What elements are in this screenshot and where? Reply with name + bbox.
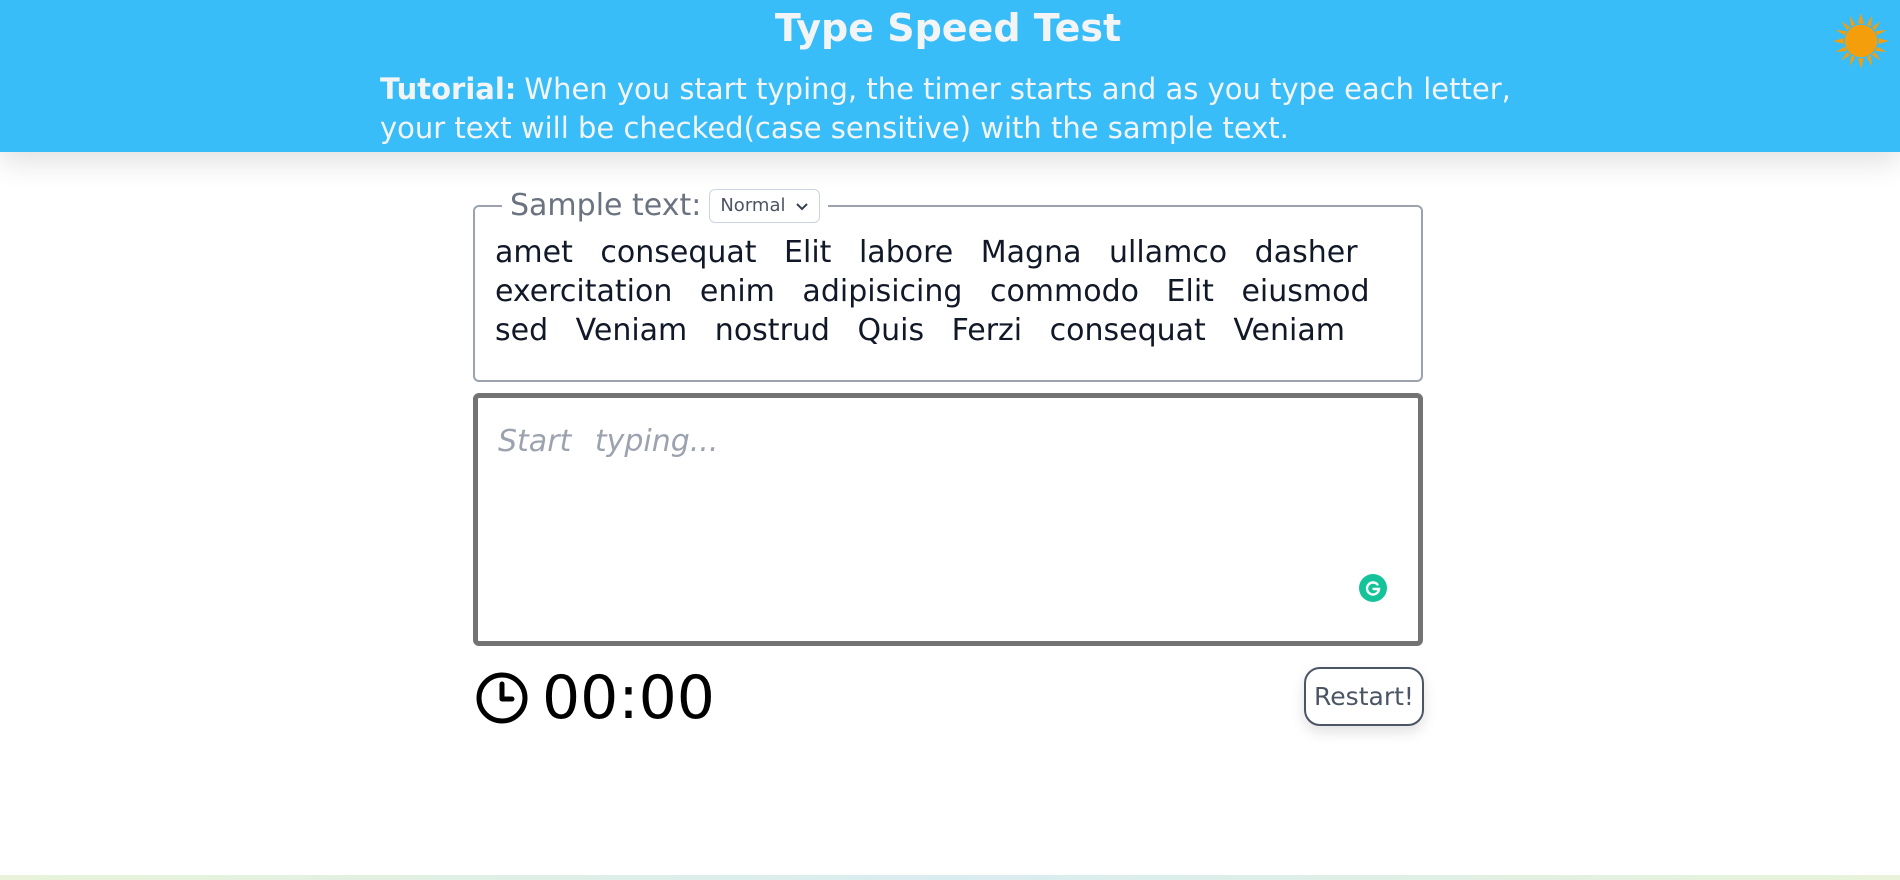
difficulty-select[interactable]: Normal bbox=[709, 188, 821, 223]
typing-input[interactable] bbox=[478, 398, 1418, 641]
tutorial-label: Tutorial: bbox=[380, 72, 517, 106]
sample-text-label: Sample text: bbox=[510, 188, 702, 223]
grammarly-icon[interactable] bbox=[1358, 573, 1388, 603]
tutorial-text: When you start typing, the timer starts … bbox=[380, 72, 1511, 145]
sun-icon[interactable] bbox=[1832, 12, 1890, 70]
clock-icon bbox=[476, 672, 528, 724]
sample-text: amet consequat Elit labore Magna ullamco… bbox=[495, 235, 1370, 348]
chevron-down-icon bbox=[796, 202, 809, 210]
timer-value: 00:00 bbox=[542, 663, 715, 733]
timer: 00:00 bbox=[474, 658, 715, 738]
sample-text-box: Sample text: Normal amet consequat Elit … bbox=[473, 188, 1423, 382]
header: Type Speed Test Tutorial: When you start … bbox=[0, 0, 1900, 152]
typing-area bbox=[473, 393, 1423, 646]
tutorial: Tutorial: When you start typing, the time… bbox=[380, 70, 1530, 148]
sample-legend: Sample text: Normal bbox=[502, 188, 828, 223]
bottom-strip bbox=[0, 875, 1900, 880]
page-title: Type Speed Test bbox=[774, 6, 1122, 50]
restart-button[interactable]: Restart! bbox=[1304, 667, 1424, 726]
difficulty-select-value: Normal bbox=[720, 195, 786, 216]
